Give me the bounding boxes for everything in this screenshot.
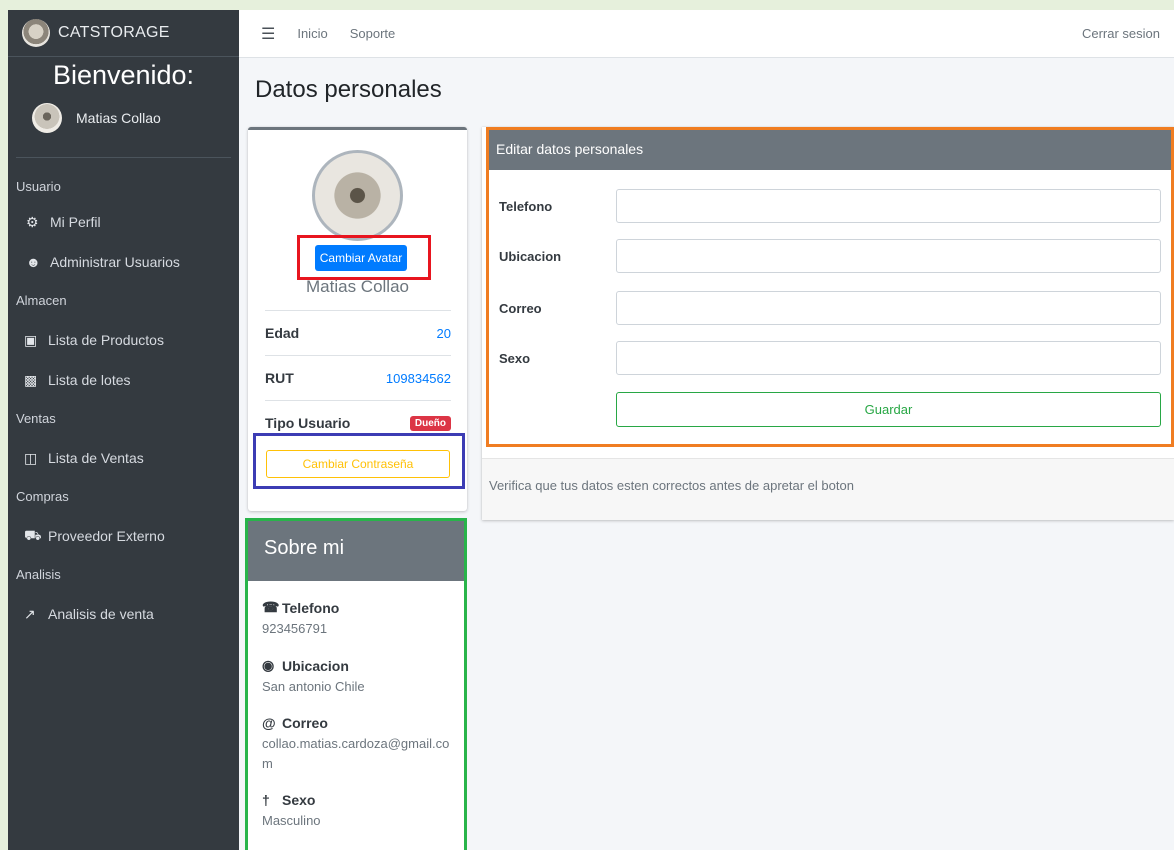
- edit-card-title: Editar datos personales: [489, 130, 1171, 170]
- form-row-ubicacion: Ubicacion: [499, 238, 1164, 274]
- about-value: Masculino: [262, 813, 321, 828]
- about-item-telefono: ☎ Telefono 923456791: [248, 599, 464, 639]
- chart-line-icon: ↗: [24, 605, 36, 622]
- status-badge: Dueño: [409, 415, 451, 431]
- about-label: Ubicacion: [282, 657, 349, 674]
- field-label: Ubicacion: [499, 248, 562, 264]
- welcome-heading: Bienvenido:: [52, 60, 195, 90]
- profile-row-rut: RUT 109834562: [265, 355, 451, 400]
- sidebar-item-label: Analisis de venta: [48, 606, 154, 622]
- nav-header-almacen: Almacen: [16, 293, 67, 308]
- sexo-input[interactable]: [616, 341, 1161, 375]
- brand-logo: [22, 19, 50, 47]
- correo-input[interactable]: [616, 291, 1161, 325]
- at-icon: @: [262, 715, 276, 731]
- telefono-input[interactable]: [616, 189, 1161, 223]
- about-value: collao.matias.cardoza@gmail.com: [262, 736, 450, 771]
- row-label: RUT: [265, 370, 294, 386]
- nav-header-ventas: Ventas: [16, 411, 56, 426]
- about-card-title: Sobre mi: [248, 521, 464, 581]
- user-panel[interactable]: Matias Collao: [16, 99, 231, 158]
- about-label: Telefono: [282, 599, 340, 616]
- user-cog-icon: ⚙: [26, 213, 39, 230]
- nav-header-analisis: Analisis: [16, 567, 61, 582]
- sidebar-item-lista-de-ventas[interactable]: ◫ Lista de Ventas: [8, 438, 239, 478]
- about-label: Sexo: [282, 792, 316, 808]
- cubes-icon: ▩: [24, 371, 38, 388]
- about-item-ubicacion: ◉ Ubicacion San antonio Chile: [248, 657, 464, 697]
- phone-icon: ☎: [262, 599, 280, 615]
- person-icon: †: [262, 792, 270, 808]
- nav-header-compras: Compras: [16, 489, 69, 504]
- sidebar: CATSTORAGE Bienvenido: Matias Collao Usu…: [8, 10, 239, 850]
- form-row-correo: Correo: [499, 290, 1164, 326]
- sidebar-item-label: Lista de Productos: [48, 332, 164, 348]
- about-item-sexo: † Sexo Masculino: [248, 792, 464, 831]
- sidebar-item-mi-perfil[interactable]: ⚙ Mi Perfil: [8, 202, 239, 242]
- edit-personal-data-card: Editar datos personales Telefono Ubicaci…: [486, 127, 1174, 447]
- users-icon: ☻: [26, 254, 41, 270]
- truck-icon: ⛟: [24, 526, 42, 543]
- about-card: Sobre mi ☎ Telefono 923456791 ◉ Ubicacion …: [245, 518, 467, 850]
- sidebar-item-label: Lista de Ventas: [48, 450, 144, 466]
- profile-avatar-image: [312, 150, 403, 241]
- sidebar-item-lista-de-lotes[interactable]: ▩ Lista de lotes: [8, 360, 239, 400]
- boxes-icon: ▣: [24, 331, 38, 348]
- row-label: Tipo Usuario: [265, 415, 351, 431]
- nav-link-soporte[interactable]: Soporte: [350, 26, 396, 41]
- row-label: Edad: [265, 325, 300, 341]
- page-title: Datos personales: [255, 76, 442, 103]
- form-row-sexo: Sexo: [499, 340, 1164, 376]
- about-value: San antonio Chile: [262, 679, 365, 694]
- map-marker-icon: ◉: [262, 657, 275, 673]
- verify-note: Verifica que tus datos esten correctos a…: [482, 458, 1174, 520]
- sidebar-item-proveedor-externo[interactable]: ⛟ Proveedor Externo: [8, 516, 239, 556]
- ubicacion-input[interactable]: [616, 239, 1161, 273]
- nav-link-inicio[interactable]: Inicio: [297, 26, 327, 41]
- sidebar-item-administrar-usuarios[interactable]: ☻ Administrar Usuarios: [8, 242, 239, 282]
- row-value[interactable]: 109834562: [386, 371, 451, 386]
- main-content: Datos personales Cambiar Avatar Matias C…: [239, 58, 1174, 850]
- edit-card-wrapper: Editar datos personales Telefono Ubicaci…: [482, 127, 1174, 520]
- profile-name: Matias Collao: [306, 277, 409, 296]
- receipt-icon: ◫: [24, 449, 38, 466]
- sidebar-item-label: Mi Perfil: [50, 214, 101, 230]
- about-label: Correo: [282, 715, 328, 731]
- profile-row-edad: Edad 20: [265, 310, 451, 355]
- nav-header-usuario: Usuario: [16, 179, 61, 194]
- change-avatar-button[interactable]: Cambiar Avatar: [315, 245, 407, 271]
- row-value[interactable]: 20: [437, 326, 451, 341]
- user-avatar: [32, 103, 62, 133]
- profile-card: Cambiar Avatar Matias Collao Edad 20 RUT…: [248, 127, 467, 511]
- brand-name: CATSTORAGE: [58, 24, 170, 41]
- form-row-telefono: Telefono: [499, 188, 1164, 224]
- sidebar-item-label: Proveedor Externo: [48, 528, 165, 544]
- brand[interactable]: CATSTORAGE: [8, 10, 239, 57]
- sidebar-user-name: Matias Collao: [76, 110, 161, 126]
- sidebar-item-lista-de-productos[interactable]: ▣ Lista de Productos: [8, 320, 239, 360]
- change-password-button[interactable]: Cambiar Contraseña: [266, 450, 450, 478]
- save-button[interactable]: Guardar: [616, 392, 1161, 427]
- sidebar-item-label: Administrar Usuarios: [50, 254, 180, 270]
- about-value: 923456791: [262, 621, 328, 636]
- hamburger-menu-icon[interactable]: ☰: [261, 24, 275, 44]
- field-label: Telefono: [499, 198, 553, 214]
- sidebar-item-analisis-de-venta[interactable]: ↗ Analisis de venta: [8, 594, 239, 634]
- logout-link[interactable]: Cerrar sesion: [1082, 26, 1160, 41]
- sidebar-item-label: Lista de lotes: [48, 372, 131, 388]
- field-label: Correo: [499, 300, 542, 316]
- field-label: Sexo: [499, 350, 531, 366]
- about-item-correo: @ Correo collao.matias.cardoza@gmail.com: [248, 715, 464, 774]
- topbar: ☰ Inicio Soporte Cerrar sesion: [239, 10, 1174, 58]
